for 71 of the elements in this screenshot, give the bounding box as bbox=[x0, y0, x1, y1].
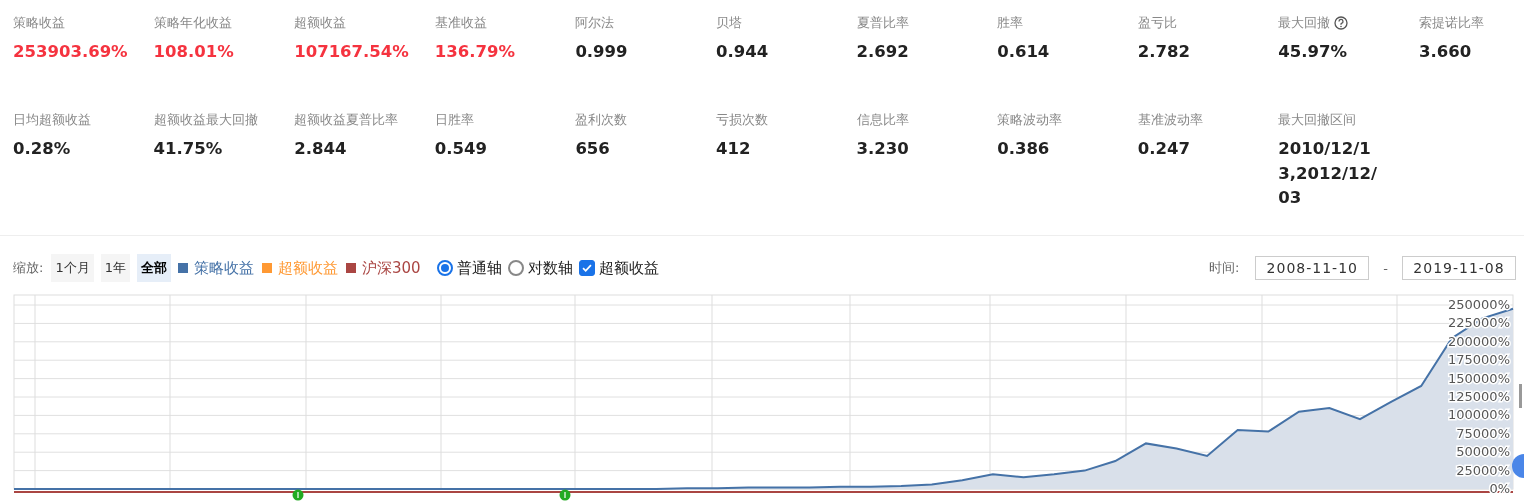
stat-value: 41.75% bbox=[153, 137, 224, 160]
stat-value: 2010/12/13,2012/12/03 bbox=[1278, 137, 1379, 210]
stat-label: 信息比率 bbox=[856, 110, 909, 129]
stat-value: 45.97% bbox=[1278, 41, 1349, 63]
stat-label: 日均超额收益 bbox=[13, 110, 91, 129]
stat-value: 2.692 bbox=[856, 41, 910, 63]
stat-label: 超额收益最大回撤 bbox=[153, 110, 258, 129]
stat-label: 基准波动率 bbox=[1137, 110, 1203, 129]
legend-item[interactable]: 沪深300 bbox=[361, 258, 421, 278]
stat-label: 盈利次数 bbox=[575, 110, 628, 129]
legend-item[interactable]: 策略收益 bbox=[193, 258, 254, 278]
stat-value: 136.79% bbox=[434, 41, 516, 63]
stat-label: 最大回撤 bbox=[1278, 14, 1331, 32]
stat-label: 胜率 bbox=[997, 14, 1024, 32]
stat-label: 亏损次数 bbox=[715, 110, 768, 129]
zoom-label: 缩放: bbox=[13, 259, 44, 277]
stat-label: 超额收益夏普比率 bbox=[294, 110, 399, 129]
axis-label: 75000% bbox=[1456, 425, 1510, 441]
stat-label: 策略波动率 bbox=[997, 110, 1063, 129]
event-marker[interactable] bbox=[292, 489, 304, 501]
range-separator: - bbox=[1383, 260, 1388, 276]
help-icon[interactable] bbox=[1334, 16, 1349, 30]
zoom-button[interactable]: 1年 bbox=[100, 254, 130, 282]
axis-label: 100000% bbox=[1448, 407, 1510, 423]
stat-value: 107167.54% bbox=[294, 41, 410, 63]
zoom-button[interactable]: 1个月 bbox=[51, 254, 94, 282]
radio-button[interactable] bbox=[436, 260, 453, 276]
stat-value: 0.247 bbox=[1137, 137, 1191, 160]
stat-label: 策略收益 bbox=[13, 14, 65, 32]
axis-label: 150000% bbox=[1448, 370, 1510, 386]
axis-label: 125000% bbox=[1448, 389, 1510, 404]
radio-label[interactable]: 对数轴 bbox=[527, 258, 573, 278]
stat-value: 3.660 bbox=[1418, 41, 1473, 63]
axis-label: 25000% bbox=[1456, 462, 1510, 478]
stat-value: 656 bbox=[575, 137, 611, 160]
stat-label: 贝塔 bbox=[715, 14, 742, 32]
axis-label: 50000% bbox=[1456, 444, 1510, 460]
stat-value: 0.999 bbox=[575, 41, 629, 63]
stat-value: 0.614 bbox=[997, 41, 1051, 63]
stat-value: 253903.69% bbox=[13, 41, 129, 63]
stat-value: 0.549 bbox=[434, 137, 488, 160]
checkbox-label[interactable]: 超额收益 bbox=[598, 258, 659, 278]
stat-label: 盈亏比 bbox=[1137, 14, 1177, 32]
stat-value: 0.944 bbox=[715, 41, 770, 63]
end-date-field[interactable]: 2019-11-08 bbox=[1402, 256, 1516, 280]
axis-label: 200000% bbox=[1448, 333, 1510, 349]
stat-label: 最大回撤区间 bbox=[1278, 110, 1357, 129]
radio-label[interactable]: 普通轴 bbox=[456, 258, 502, 278]
time-label: 时间: bbox=[1208, 259, 1240, 277]
axis-label: 250000% bbox=[1448, 297, 1510, 312]
stat-label: 索提诺比率 bbox=[1418, 14, 1484, 32]
event-marker[interactable] bbox=[559, 489, 571, 501]
stat-label: 阿尔法 bbox=[575, 14, 615, 32]
radio-button[interactable] bbox=[507, 260, 524, 276]
stat-value: 2.844 bbox=[294, 137, 348, 160]
stat-value: 108.01% bbox=[153, 41, 235, 63]
stat-value: 0.28% bbox=[13, 137, 72, 160]
axis-label: 175000% bbox=[1448, 352, 1510, 368]
stat-label: 策略年化收益 bbox=[153, 14, 232, 32]
stat-value: 412 bbox=[715, 137, 752, 160]
stat-label: 超额收益 bbox=[294, 14, 347, 32]
stat-value: 0.386 bbox=[997, 137, 1051, 160]
zoom-button[interactable]: 全部 bbox=[136, 254, 171, 282]
stat-value: 3.230 bbox=[856, 137, 910, 160]
stat-value: 2.782 bbox=[1137, 41, 1191, 63]
start-date-field[interactable]: 2008-11-10 bbox=[1255, 256, 1370, 280]
stat-label: 夏普比率 bbox=[856, 14, 909, 32]
scrollbar-handle[interactable] bbox=[1519, 384, 1522, 408]
stat-label: 日胜率 bbox=[434, 110, 474, 129]
stat-label: 基准收益 bbox=[434, 14, 487, 32]
checkbox[interactable] bbox=[578, 260, 595, 276]
